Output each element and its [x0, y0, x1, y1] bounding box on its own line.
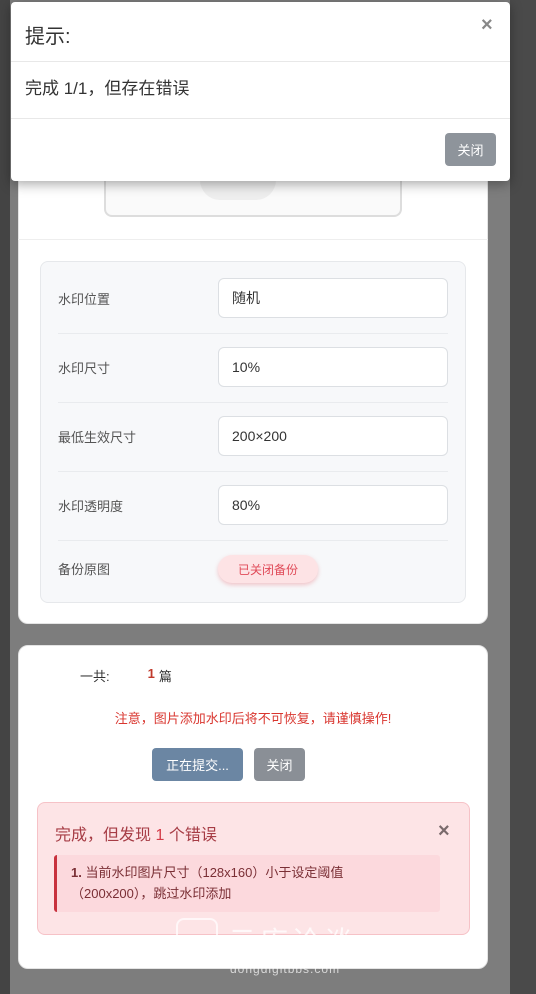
alert-close-icon[interactable]: ×	[438, 820, 450, 843]
row-opacity: 水印透明度 80%	[58, 485, 448, 525]
watermark-size-input[interactable]: 10%	[218, 347, 448, 387]
row-label: 水印位置	[58, 291, 111, 307]
tip-header: 提示: ×	[11, 2, 510, 62]
row-divider	[58, 540, 448, 541]
row-label: 水印透明度	[58, 498, 124, 514]
row-label: 备份原图	[58, 561, 111, 577]
close-icon[interactable]: ×	[481, 14, 493, 37]
opacity-input[interactable]: 80%	[218, 485, 448, 525]
tip-footer-divider	[11, 118, 510, 119]
alert-error-count: 1	[155, 827, 165, 844]
watermark-position-select[interactable]: 随机	[218, 278, 448, 318]
alert-title-prefix: 完成，但发现	[55, 827, 152, 844]
total-label: 一共:	[80, 669, 110, 684]
row-watermark-position: 水印位置 随机	[58, 278, 448, 318]
row-divider	[58, 402, 448, 403]
tip-message: 完成 1/1，但存在错误	[25, 79, 190, 98]
total-count: 一共: 1 篇	[80, 666, 172, 685]
watermark-logo-icon	[176, 918, 218, 960]
close-button[interactable]: 关闭	[254, 748, 305, 781]
row-backup: 备份原图 已关闭备份	[58, 548, 448, 588]
row-label: 水印尺寸	[58, 360, 111, 376]
divider	[18, 239, 488, 240]
row-watermark-size: 水印尺寸 10%	[58, 347, 448, 387]
preview-shield-icon	[200, 180, 276, 200]
tip-dialog: 提示: × 完成 1/1，但存在错误 关闭	[11, 2, 510, 181]
row-divider	[58, 333, 448, 334]
row-label: 最低生效尺寸	[58, 429, 137, 445]
alert-title-suffix: 个错误	[168, 827, 217, 844]
alert-item-text-1: 当前水印图片尺寸（128x160）小于设定阈值	[85, 865, 344, 880]
alert-title: 完成，但发现 1 个错误	[55, 821, 217, 845]
watermark-url: dongdigitbbs.com	[230, 962, 341, 976]
total-unit: 篇	[158, 669, 172, 684]
row-min-size: 最低生效尺寸 200×200	[58, 416, 448, 456]
row-divider	[58, 471, 448, 472]
submitting-button[interactable]: 正在提交...	[152, 748, 243, 781]
alert-item-text-2: （200x200），跳过水印添加	[71, 886, 232, 901]
total-number: 1	[147, 666, 155, 681]
backup-toggle[interactable]: 已关闭备份	[218, 555, 318, 583]
alert-item: 1. 当前水印图片尺寸（128x160）小于设定阈值 （200x200），跳过水…	[54, 855, 440, 912]
tip-title: 提示:	[25, 26, 71, 48]
error-alert: 完成，但发现 1 个错误 × 1. 当前水印图片尺寸（128x160）小于设定阈…	[37, 802, 470, 935]
tip-close-button[interactable]: 关闭	[445, 133, 496, 166]
warning-text: 注意，图片添加水印后将不可恢复，请谨慎操作!	[114, 711, 392, 726]
min-size-input[interactable]: 200×200	[218, 416, 448, 456]
alert-item-number: 1.	[71, 865, 82, 880]
